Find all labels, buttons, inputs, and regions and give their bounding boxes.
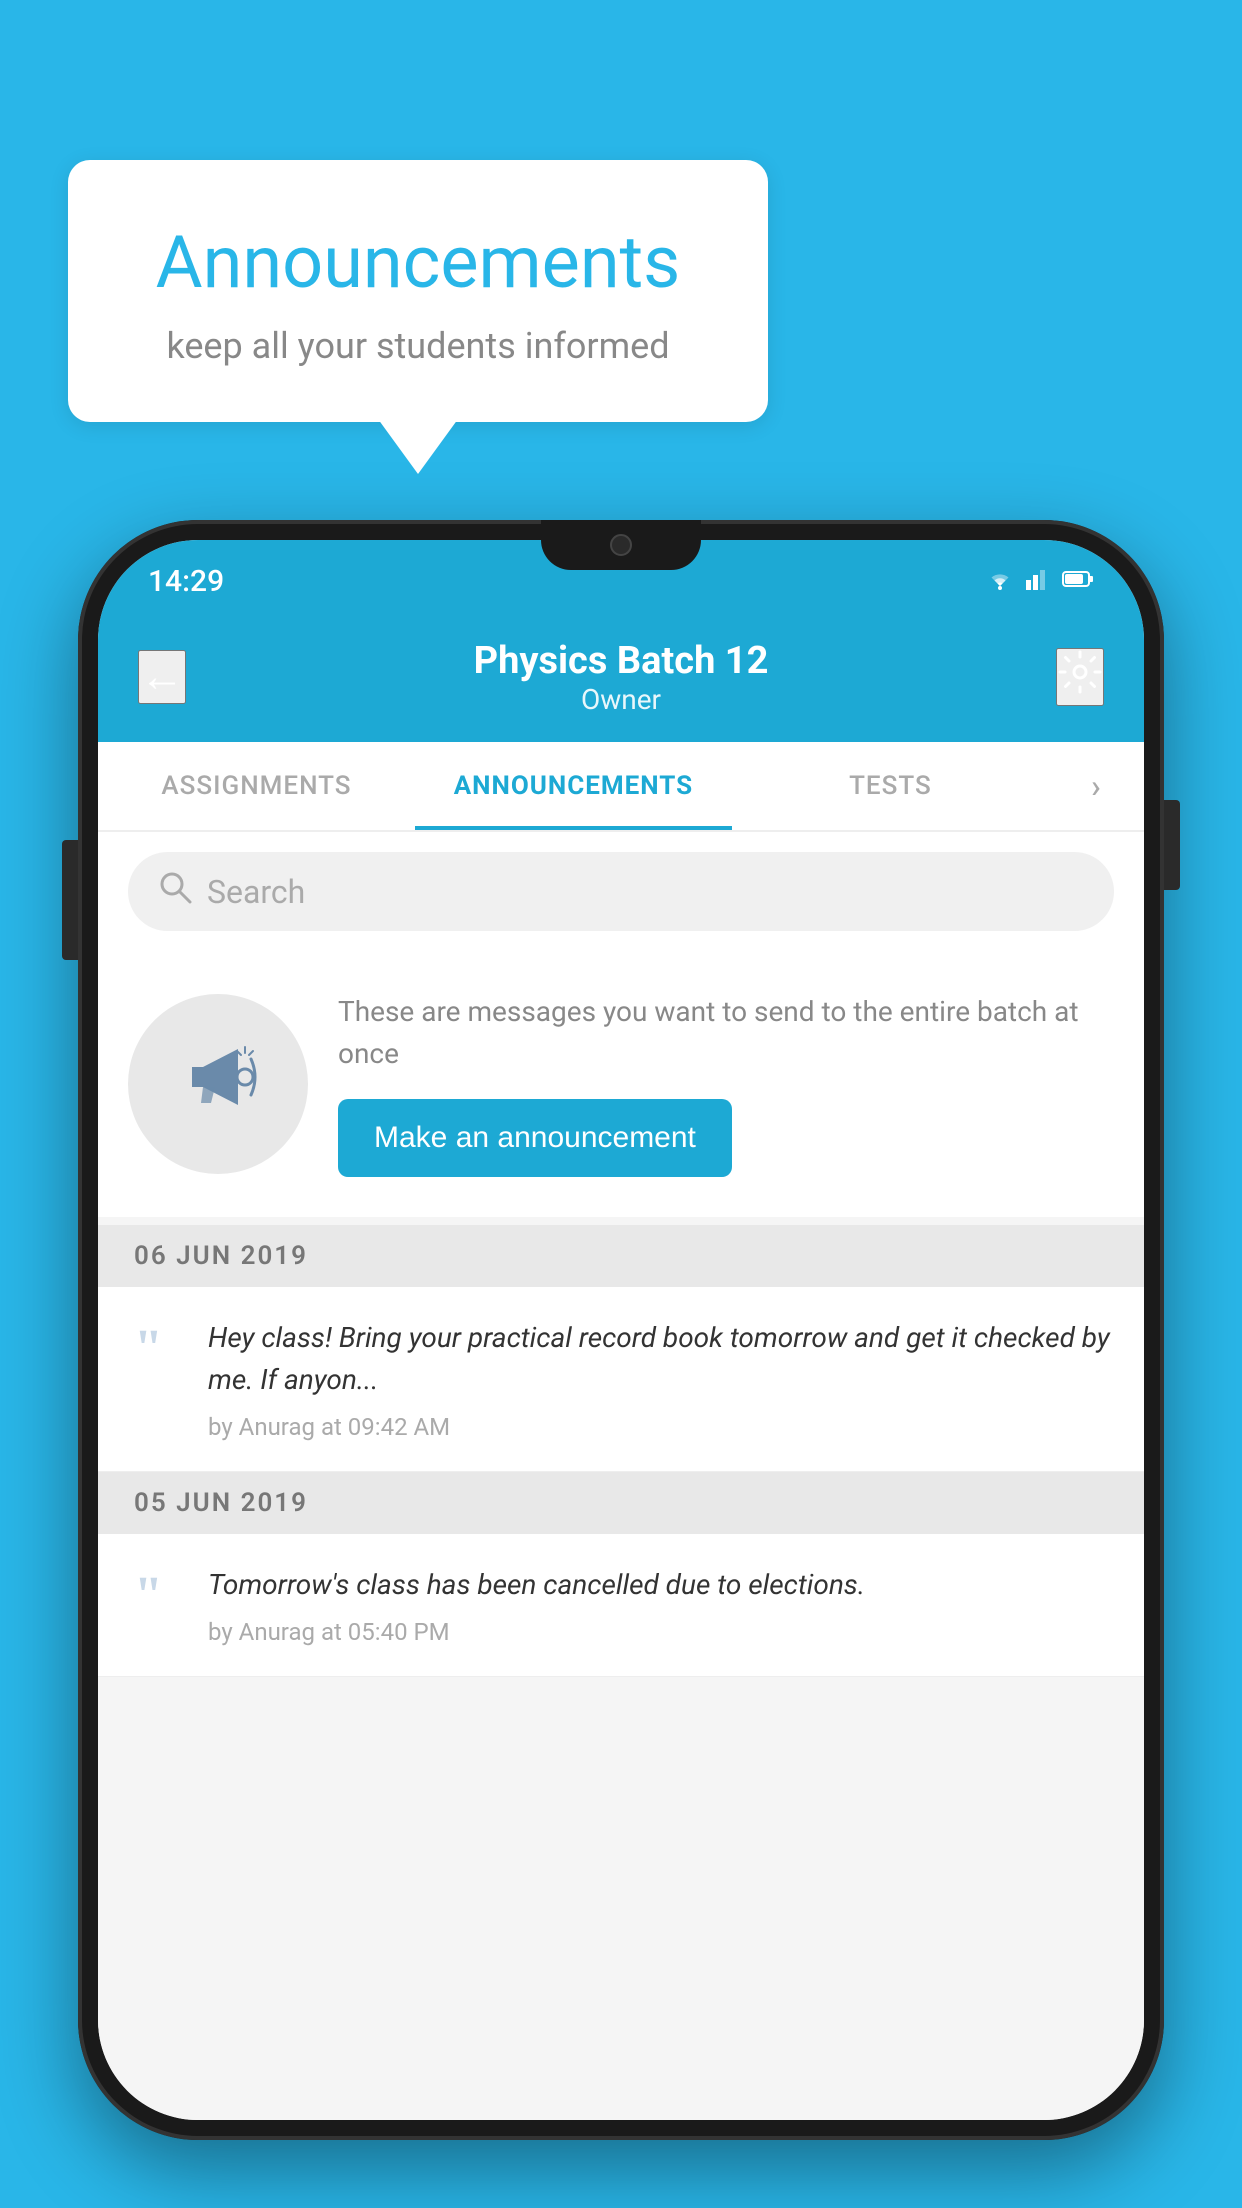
- header-title: Physics Batch 12: [474, 639, 769, 683]
- tabs-bar: ASSIGNMENTS ANNOUNCEMENTS TESTS ›: [98, 742, 1144, 832]
- announcement-meta-1: by Anurag at 09:42 AM: [208, 1413, 1114, 1441]
- announcement-text-1: Hey class! Bring your practical record b…: [208, 1317, 1114, 1401]
- back-button[interactable]: ←: [138, 650, 186, 704]
- quote-icon: ": [134, 1323, 184, 1441]
- wifi-icon: [986, 568, 1014, 594]
- make-announcement-button[interactable]: Make an announcement: [338, 1099, 732, 1177]
- tab-announcements[interactable]: ANNOUNCEMENTS: [415, 742, 732, 830]
- header-center: Physics Batch 12 Owner: [474, 639, 769, 716]
- app-header: ← Physics Batch 12 Owner: [98, 612, 1144, 742]
- battery-icon: [1062, 570, 1094, 592]
- phone-mockup: 14:29: [78, 520, 1164, 2140]
- promo-right: These are messages you want to send to t…: [338, 991, 1114, 1177]
- status-time: 14:29: [148, 564, 224, 599]
- phone-notch: [541, 520, 701, 570]
- speech-bubble-container: Announcements keep all your students inf…: [68, 160, 768, 422]
- announcement-content-1: Hey class! Bring your practical record b…: [208, 1317, 1114, 1441]
- promo-icon-circle: [128, 994, 308, 1174]
- settings-button[interactable]: [1056, 648, 1104, 706]
- announcement-content-2: Tomorrow's class has been cancelled due …: [208, 1564, 1114, 1646]
- search-bar[interactable]: Search: [128, 852, 1114, 931]
- search-container: Search: [98, 832, 1144, 951]
- signal-icon: [1026, 568, 1050, 594]
- megaphone-icon: [173, 1029, 263, 1139]
- announcement-item-2[interactable]: " Tomorrow's class has been cancelled du…: [98, 1534, 1144, 1677]
- announcement-text-2: Tomorrow's class has been cancelled due …: [208, 1564, 1114, 1606]
- header-subtitle: Owner: [474, 683, 769, 716]
- tab-tests[interactable]: TESTS: [732, 742, 1049, 830]
- content-area: Search: [98, 832, 1144, 2120]
- announcement-item-1[interactable]: " Hey class! Bring your practical record…: [98, 1287, 1144, 1472]
- speech-bubble: Announcements keep all your students inf…: [68, 160, 768, 422]
- announcement-meta-2: by Anurag at 05:40 PM: [208, 1618, 1114, 1646]
- promo-description: These are messages you want to send to t…: [338, 991, 1114, 1075]
- search-placeholder: Search: [207, 873, 305, 911]
- announcement-promo: These are messages you want to send to t…: [98, 951, 1144, 1217]
- tab-assignments[interactable]: ASSIGNMENTS: [98, 742, 415, 830]
- phone-outer: 14:29: [78, 520, 1164, 2140]
- search-icon: [158, 870, 192, 913]
- date-divider-2: 05 JUN 2019: [98, 1472, 1144, 1534]
- tab-more[interactable]: ›: [1049, 742, 1144, 830]
- camera: [610, 534, 632, 556]
- phone-screen: 14:29: [98, 540, 1144, 2120]
- speech-bubble-title: Announcements: [118, 220, 718, 305]
- date-divider-1: 06 JUN 2019: [98, 1225, 1144, 1287]
- quote-icon-2: ": [134, 1570, 184, 1646]
- speech-bubble-subtitle: keep all your students informed: [118, 325, 718, 367]
- status-icons: [986, 568, 1094, 594]
